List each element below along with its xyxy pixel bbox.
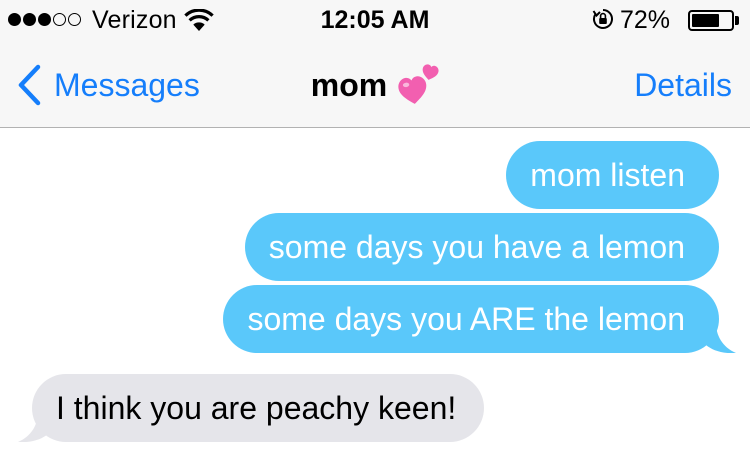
battery-terminal: [735, 16, 739, 25]
outgoing-bubble-tail: [706, 323, 736, 353]
back-button-label: Messages: [54, 67, 200, 103]
heart-icon: [398, 64, 439, 104]
conversation-title[interactable]: mom: [300, 60, 450, 110]
incoming-bubble-tail: [18, 412, 48, 442]
status-bar: Verizon 12:05 AM 72%: [0, 0, 750, 40]
back-button[interactable]: Messages: [16, 60, 200, 110]
contact-name: mom: [310, 67, 388, 103]
battery-percentage: 72%: [620, 6, 671, 34]
chevron-left-icon: [18, 64, 41, 106]
rotation-lock-icon: [592, 9, 613, 29]
navigation-bar: Verizon 12:05 AM 72% Messages mom Detail…: [0, 0, 750, 128]
incoming-message-bubble[interactable]: I think you are peachy keen!: [32, 374, 485, 442]
outgoing-message-bubble[interactable]: mom listen: [506, 141, 719, 209]
battery-icon: [688, 10, 734, 31]
outgoing-message-bubble[interactable]: some days you have a lemon: [244, 213, 719, 281]
outgoing-message-bubble[interactable]: some days you ARE the lemon: [223, 285, 719, 353]
message-thread: mom listen some days you have a lemon so…: [0, 129, 750, 452]
details-button[interactable]: Details: [634, 60, 732, 110]
battery-level-fill: [692, 14, 720, 27]
